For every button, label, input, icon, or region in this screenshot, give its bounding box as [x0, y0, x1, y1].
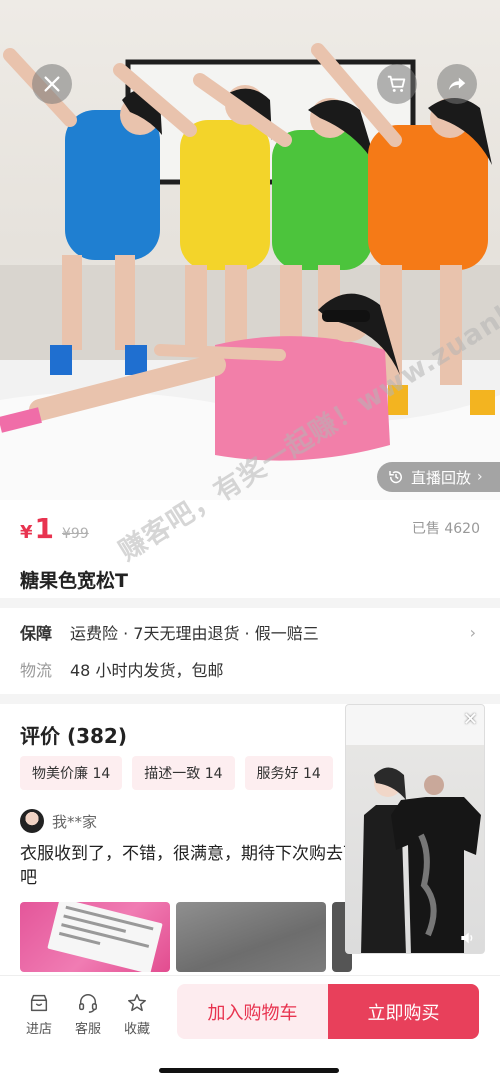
replay-icon [389, 471, 402, 484]
section-divider [0, 598, 500, 608]
review-photos [20, 902, 352, 972]
live-replay-button[interactable]: 直播回放 › [377, 462, 500, 492]
service-label: 客服 [74, 1022, 101, 1037]
product-hero-image[interactable]: 直播回放 › [0, 0, 500, 500]
guarantee-label: 保障 [20, 624, 53, 643]
cart-icon [387, 75, 406, 92]
close-button[interactable] [32, 64, 72, 104]
live-video-window[interactable]: ✕ [345, 704, 485, 954]
section-divider [0, 694, 500, 704]
reviewer: 我**家 [20, 809, 97, 833]
mute-icon[interactable] [460, 931, 476, 945]
store-icon [30, 994, 48, 1012]
original-price: ¥99 [62, 526, 89, 542]
bottom-action-bar: 进店 客服 收藏 加入购物车 立即购买 [0, 975, 500, 1083]
store-button[interactable]: 进店 [17, 992, 61, 1037]
sold-count: 已售 4620 [411, 521, 480, 537]
buy-now-button[interactable]: 立即购买 [328, 984, 479, 1039]
review-tag[interactable]: 物美价廉 14 [20, 756, 123, 790]
price-currency: ¥ [20, 522, 33, 543]
reviewer-name: 我**家 [52, 812, 98, 831]
reviews-title[interactable]: 评价 (382) [20, 720, 127, 749]
shipping-text: 48 小时内发货，包邮 [70, 661, 224, 680]
review-tag[interactable]: 服务好 14 [244, 756, 333, 790]
favorite-label: 收藏 [123, 1022, 150, 1037]
shipping-row: 物流 48 小时内发货，包邮 [20, 657, 480, 681]
store-label: 进店 [25, 1022, 52, 1037]
price-value: 1 [34, 512, 55, 545]
share-icon [448, 77, 466, 91]
guarantee-row[interactable]: 保障 运费险 · 7天无理由退货 · 假一赔三 › [20, 620, 480, 644]
close-icon [44, 76, 60, 92]
chevron-right-icon: › [477, 469, 483, 485]
headset-icon [79, 994, 97, 1013]
favorite-button[interactable]: 收藏 [115, 992, 159, 1037]
close-icon[interactable]: ✕ [463, 709, 478, 730]
chevron-right-icon: › [469, 622, 476, 642]
review-tag[interactable]: 描述一致 14 [132, 756, 235, 790]
customer-service-button[interactable]: 客服 [66, 992, 110, 1037]
star-icon [128, 994, 146, 1012]
review-photo[interactable] [20, 902, 170, 972]
share-button[interactable] [437, 64, 477, 104]
product-photo [0, 43, 500, 500]
product-title: 糖果色宽松T [20, 570, 128, 592]
cart-button[interactable] [377, 64, 417, 104]
guarantee-text: 运费险 · 7天无理由退货 · 假一赔三 [70, 624, 319, 643]
review-photo[interactable] [176, 902, 326, 972]
shipping-label: 物流 [20, 661, 53, 680]
home-indicator [159, 1068, 339, 1073]
review-tags: 物美价廉 14 描述一致 14 服务好 14 [20, 756, 333, 790]
avatar [20, 809, 44, 833]
replay-label: 直播回放 [411, 468, 472, 487]
price-row: ¥ 1 ¥99 已售 4620 [20, 512, 480, 548]
live-video-frame [346, 705, 484, 953]
add-to-cart-button[interactable]: 加入购物车 [177, 984, 328, 1039]
review-text: 衣服收到了，不错，很满意，期待下次购去下单吧 [20, 844, 377, 888]
